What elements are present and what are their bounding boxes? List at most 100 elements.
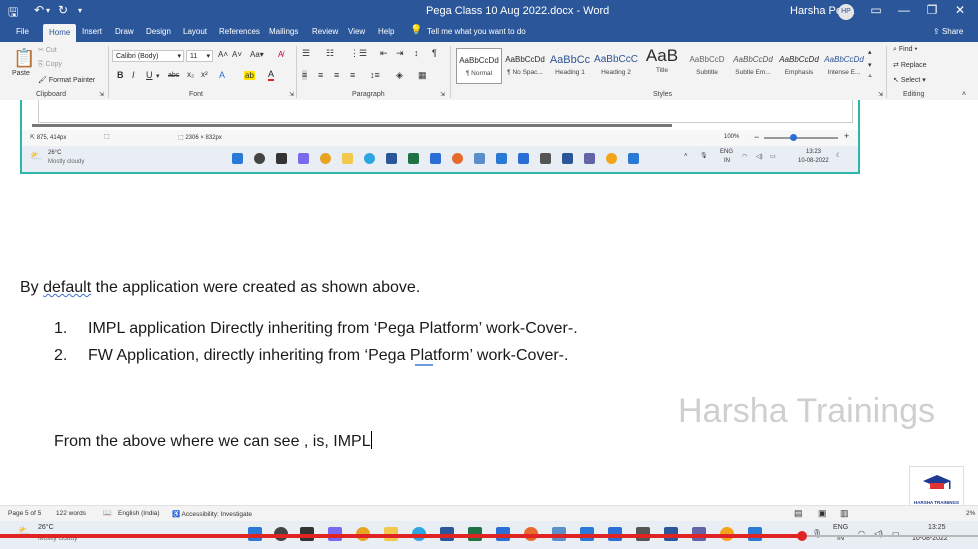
avatar[interactable]: HP xyxy=(838,4,854,20)
font-size-select[interactable]: 11 ▾ xyxy=(186,50,213,62)
sort-icon[interactable]: ↕ xyxy=(414,48,419,58)
paste-icon[interactable]: 📋 xyxy=(13,48,35,69)
paste-button[interactable]: Paste xyxy=(12,70,30,77)
font-name-select[interactable]: Calibri (Body) ▾ xyxy=(112,50,184,62)
tab-insert[interactable]: Insert xyxy=(82,27,102,36)
accessibility-status[interactable]: ♿ Accessibility: Investigate xyxy=(172,510,252,518)
language-status[interactable]: English (India) xyxy=(118,510,160,517)
styles-more-icon[interactable]: ⩡ xyxy=(868,73,872,81)
subscript-icon[interactable]: x₂ xyxy=(187,70,194,79)
text-effects-icon[interactable]: A xyxy=(219,70,225,80)
restore-icon[interactable]: ❐ xyxy=(922,3,942,17)
align-right-icon[interactable]: ≡ xyxy=(334,70,339,80)
collapse-ribbon-icon[interactable]: ˄ xyxy=(962,91,966,98)
tab-review[interactable]: Review xyxy=(312,27,338,36)
paragraph-from-above[interactable]: From the above where we can see , is, IM… xyxy=(54,431,372,451)
styles-scroll-up-icon[interactable]: ▴ xyxy=(868,48,872,56)
minimize-icon[interactable]: — xyxy=(894,3,914,17)
styles-launcher-icon[interactable]: ⇲ xyxy=(878,91,883,98)
read-mode-icon[interactable]: ▤ xyxy=(794,508,803,519)
change-case-icon[interactable]: Aa▾ xyxy=(250,50,264,59)
weather-temp[interactable]: 26°C xyxy=(38,524,54,531)
paragraph-default-apps[interactable]: By default the application were created … xyxy=(20,279,420,297)
tell-me-search[interactable]: Tell me what you want to do xyxy=(427,27,526,36)
style-heading-2[interactable]: AaBbCcC Heading 2 xyxy=(594,48,638,82)
tab-draw[interactable]: Draw xyxy=(115,27,134,36)
borders-icon[interactable]: ▦ xyxy=(418,70,427,81)
undo-dropdown-icon[interactable]: ▾ xyxy=(46,6,50,15)
increase-indent-icon[interactable]: ⇥ xyxy=(396,48,404,59)
underline-icon[interactable]: U xyxy=(146,70,153,80)
shading-icon[interactable]: ◈ xyxy=(396,70,403,81)
justify-icon[interactable]: ≡ xyxy=(350,70,355,80)
style-subtle-emphasis[interactable]: AaBbCcDd Subtle Em... xyxy=(731,48,775,82)
list-item[interactable]: 1. IMPL application Directly inheriting f… xyxy=(54,320,578,338)
style-heading-1[interactable]: AaBbCc Heading 1 xyxy=(548,48,592,82)
spelling-flag-word[interactable]: default xyxy=(43,279,91,296)
close-icon[interactable]: ✕ xyxy=(950,3,970,17)
format-painter-button[interactable]: 🖌 Format Painter xyxy=(38,76,95,84)
style-subtitle[interactable]: AaBbCcD Subtitle xyxy=(685,48,729,82)
clipboard-launcher-icon[interactable]: ⇲ xyxy=(99,91,104,98)
font-launcher-icon[interactable]: ⇲ xyxy=(289,91,294,98)
cut-button[interactable]: ✂ Cut xyxy=(38,46,57,54)
word-count[interactable]: 122 words xyxy=(56,510,86,517)
styles-scroll-down-icon[interactable]: ▾ xyxy=(868,61,872,69)
paragraph-launcher-icon[interactable]: ⇲ xyxy=(440,91,445,98)
align-center-icon[interactable]: ≡ xyxy=(318,70,323,80)
multilevel-list-icon[interactable]: ⋮☰ xyxy=(350,48,367,59)
bold-icon[interactable]: B xyxy=(117,70,124,80)
show-marks-icon[interactable]: ¶ xyxy=(432,48,437,58)
style-intense-emphasis[interactable]: AaBbCcDd Intense E... xyxy=(822,48,866,82)
embedded-screenshot-image[interactable]: ⇱ 875, 414px ⬚ ⬚ 2306 × 832px 100% − + ⛅… xyxy=(20,100,860,174)
style-emphasis[interactable]: AaBbCcDd Emphasis xyxy=(777,48,821,82)
style-normal[interactable]: AaBbCcDd ¶ Normal xyxy=(456,48,502,84)
italic-icon[interactable]: I xyxy=(132,70,135,80)
align-left-icon[interactable]: ≡ xyxy=(302,70,308,80)
redo-icon[interactable]: ↻ xyxy=(58,3,68,17)
clear-format-icon[interactable]: A̸ xyxy=(278,50,283,59)
grow-font-icon[interactable]: A˄ xyxy=(218,50,228,59)
ribbon-display-icon[interactable]: ▭ xyxy=(866,3,886,17)
save-icon[interactable]: 🖫 xyxy=(8,3,18,24)
find-button[interactable]: ⌕ Find ▾ xyxy=(893,46,917,54)
print-layout-icon[interactable]: ▣ xyxy=(818,508,827,519)
video-progress-handle[interactable] xyxy=(797,531,807,541)
tab-view[interactable]: View xyxy=(348,27,365,36)
copy-button[interactable]: ⎘ Copy xyxy=(38,61,62,69)
highlight-icon[interactable]: ab xyxy=(244,71,255,80)
decrease-indent-icon[interactable]: ⇤ xyxy=(380,48,388,59)
bullets-icon[interactable]: ☰ xyxy=(302,48,310,59)
list-item[interactable]: 2. FW Application, directly inheriting fr… xyxy=(54,347,568,365)
proofing-icon[interactable]: 📖 xyxy=(103,509,112,517)
tab-layout[interactable]: Layout xyxy=(183,27,207,36)
tab-help[interactable]: Help xyxy=(378,27,394,36)
strikethrough-icon[interactable]: abc xyxy=(168,72,179,79)
windows-start-icon xyxy=(232,153,243,164)
select-button[interactable]: ↖ Select ▾ xyxy=(893,76,926,84)
tab-mailings[interactable]: Mailings xyxy=(269,27,298,36)
video-progress-bar[interactable] xyxy=(0,534,802,538)
numbering-icon[interactable]: ☷ xyxy=(326,48,334,59)
tab-file[interactable]: File xyxy=(16,27,29,36)
clock-time[interactable]: 13:25 xyxy=(928,524,946,531)
share-button[interactable]: ⇪ Share xyxy=(933,27,963,36)
web-layout-icon[interactable]: ▥ xyxy=(840,508,849,519)
customize-toolbar-icon[interactable]: ▾ xyxy=(78,6,82,15)
underline-dropdown-icon[interactable]: ▾ xyxy=(156,72,160,80)
line-spacing-icon[interactable]: ↕≡ xyxy=(370,70,380,80)
tab-home[interactable]: Home xyxy=(43,24,77,42)
style-no-spacing[interactable]: AaBbCcDd ¶ No Spac... xyxy=(503,48,547,82)
tab-design[interactable]: Design xyxy=(146,27,171,36)
style-title[interactable]: AaB Title xyxy=(640,47,684,82)
language-indicator[interactable]: ENG xyxy=(833,524,848,531)
video-progress-track[interactable] xyxy=(802,535,978,537)
page-count[interactable]: Page 5 of 5 xyxy=(8,510,41,517)
tab-references[interactable]: References xyxy=(219,27,260,36)
shrink-font-icon[interactable]: A˅ xyxy=(232,50,242,59)
superscript-icon[interactable]: x² xyxy=(201,70,208,79)
undo-icon[interactable]: ↶ xyxy=(34,3,44,17)
font-color-icon[interactable]: A xyxy=(268,70,275,81)
replace-button[interactable]: ⇄ Replace xyxy=(893,61,927,69)
zoom-level[interactable]: 2% xyxy=(966,510,975,517)
